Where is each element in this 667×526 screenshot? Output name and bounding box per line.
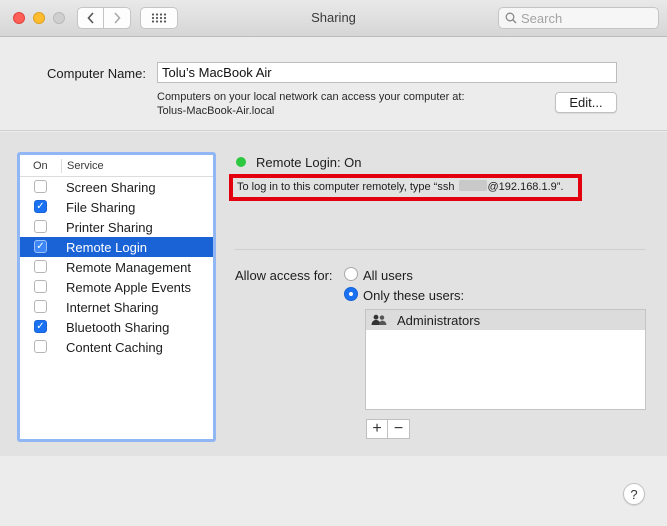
service-row-remote-apple-events[interactable]: Remote Apple Events bbox=[20, 277, 213, 297]
service-list-header: On Service bbox=[20, 155, 213, 177]
service-label: Remote Apple Events bbox=[66, 280, 192, 295]
service-checkbox[interactable] bbox=[34, 280, 47, 293]
search-field[interactable] bbox=[498, 7, 659, 29]
user-name: Administrators bbox=[397, 312, 481, 328]
service-checkbox[interactable]: ✓ bbox=[34, 240, 47, 253]
service-checkbox[interactable]: ✓ bbox=[34, 200, 47, 213]
service-column-header[interactable]: Service bbox=[62, 160, 104, 172]
network-access-text: Computers on your local network can acce… bbox=[157, 91, 465, 103]
service-row-remote-management[interactable]: Remote Management bbox=[20, 257, 213, 277]
service-label: Screen Sharing bbox=[66, 180, 156, 195]
remove-user-button[interactable]: − bbox=[388, 419, 410, 439]
service-label: Remote Login bbox=[66, 240, 147, 255]
service-row-internet-sharing[interactable]: Internet Sharing bbox=[20, 297, 213, 317]
service-label: File Sharing bbox=[66, 200, 136, 215]
on-column-header[interactable]: On bbox=[20, 158, 62, 173]
search-icon bbox=[505, 12, 517, 24]
all-users-radio[interactable] bbox=[344, 267, 358, 281]
redacted-username bbox=[458, 180, 487, 191]
service-checkbox[interactable]: ✓ bbox=[34, 320, 47, 333]
footer-area bbox=[0, 456, 667, 526]
search-input[interactable] bbox=[521, 10, 651, 26]
users-list[interactable]: Administrators bbox=[365, 309, 646, 410]
ssh-hint-prefix: To log in to this computer remotely, typ… bbox=[237, 181, 458, 193]
service-label: Printer Sharing bbox=[66, 220, 153, 235]
service-rows: Screen Sharing ✓ File Sharing Printer Shari… bbox=[20, 177, 213, 357]
computer-name-label: Computer Name: bbox=[47, 66, 146, 81]
ssh-hint-suffix: @192.168.1.9”. bbox=[487, 181, 564, 193]
computer-name-input[interactable] bbox=[157, 62, 617, 83]
add-user-button[interactable]: + bbox=[366, 419, 388, 439]
service-row-content-caching[interactable]: Content Caching bbox=[20, 337, 213, 357]
local-hostname: Tolus-MacBook-Air.local bbox=[157, 105, 275, 117]
service-row-file-sharing[interactable]: ✓ File Sharing bbox=[20, 197, 213, 217]
allow-access-label: Allow access for: bbox=[235, 268, 333, 283]
user-row[interactable]: Administrators bbox=[366, 310, 645, 330]
service-row-remote-login[interactable]: ✓ Remote Login bbox=[20, 237, 213, 257]
service-row-bluetooth-sharing[interactable]: ✓ Bluetooth Sharing bbox=[20, 317, 213, 337]
service-checkbox[interactable] bbox=[34, 300, 47, 313]
service-status: Remote Login: On bbox=[256, 155, 362, 170]
service-checkbox[interactable] bbox=[34, 340, 47, 353]
all-users-label[interactable]: All users bbox=[363, 268, 413, 283]
edit-button[interactable]: Edit... bbox=[555, 92, 617, 113]
computer-name-description: Computers on your local network can acce… bbox=[157, 90, 465, 118]
computer-name-section: Computer Name: Computers on your local n… bbox=[0, 38, 667, 131]
service-checkbox[interactable] bbox=[34, 260, 47, 273]
title-bar: Sharing bbox=[0, 0, 667, 37]
ssh-instructions: To log in to this computer remotely, typ… bbox=[237, 180, 564, 193]
status-indicator-icon bbox=[236, 157, 246, 167]
service-row-printer-sharing[interactable]: Printer Sharing bbox=[20, 217, 213, 237]
checkmark-icon: ✓ bbox=[36, 200, 45, 212]
service-row-screen-sharing[interactable]: Screen Sharing bbox=[20, 177, 213, 197]
service-checkbox[interactable] bbox=[34, 220, 47, 233]
service-list: On Service Screen Sharing ✓ File Sharing Pr… bbox=[17, 152, 216, 442]
service-checkbox[interactable] bbox=[34, 180, 47, 193]
only-these-users-radio[interactable] bbox=[344, 287, 358, 301]
checkmark-icon: ✓ bbox=[36, 240, 45, 252]
service-label: Bluetooth Sharing bbox=[66, 320, 170, 335]
checkmark-icon: ✓ bbox=[36, 320, 45, 332]
service-label: Internet Sharing bbox=[66, 300, 159, 315]
only-these-users-label[interactable]: Only these users: bbox=[363, 288, 464, 303]
section-divider bbox=[234, 249, 646, 250]
service-label: Remote Management bbox=[66, 260, 192, 275]
service-label: Content Caching bbox=[66, 340, 163, 355]
group-icon bbox=[371, 314, 387, 326]
help-button[interactable]: ? bbox=[623, 483, 645, 505]
